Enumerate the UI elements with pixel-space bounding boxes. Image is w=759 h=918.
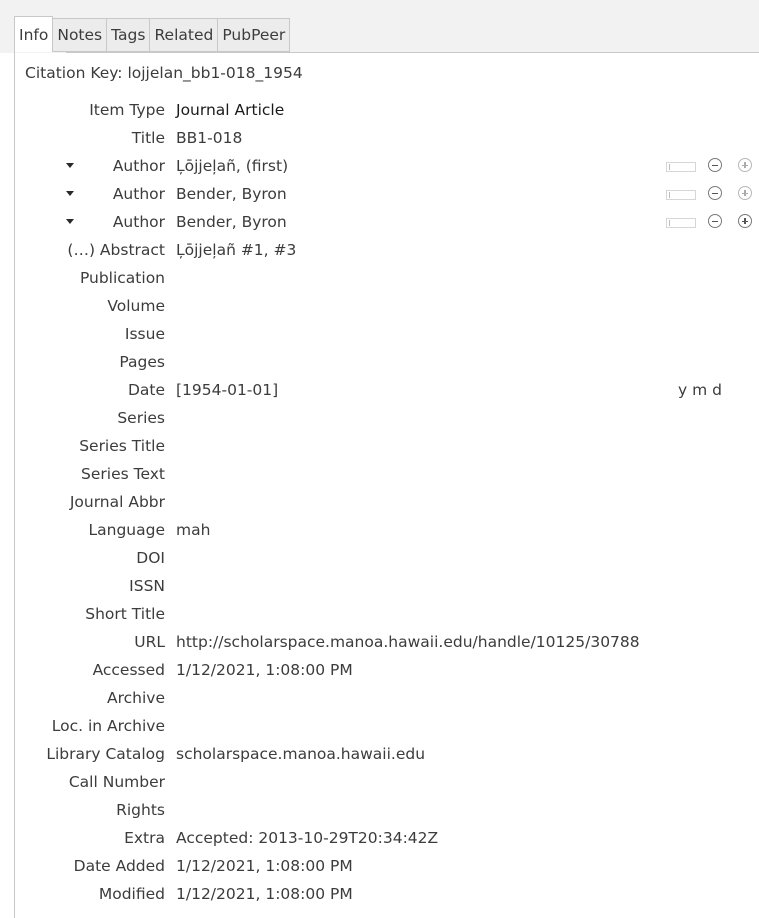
library-catalog-value[interactable]: scholarspace.manoa.hawaii.edu — [176, 740, 425, 768]
date-format-indicator: y m d — [678, 381, 722, 399]
field-row-volume: Volume — [0, 292, 759, 320]
field-row-extra: Extra Accepted: 2013-10-29T20:34:42Z — [0, 824, 759, 852]
field-row-journal-abbr: Journal Abbr — [0, 488, 759, 516]
field-row-series-text: Series Text — [0, 460, 759, 488]
field-row-short-title: Short Title — [0, 600, 759, 628]
field-label: Series Title — [79, 437, 165, 455]
field-row-rights: Rights — [0, 796, 759, 824]
creator-type-label[interactable]: Author — [0, 180, 165, 208]
field-label: Extra — [124, 829, 165, 847]
field-label: Short Title — [85, 605, 165, 623]
field-row-item-type: Item Type Journal Article — [0, 96, 759, 124]
tab-notes[interactable]: Notes — [53, 18, 108, 52]
field-row-author: Author Bender, Byron — [0, 180, 759, 208]
field-label: Language — [88, 521, 166, 539]
author-value[interactable]: Bender, Byron — [176, 180, 287, 208]
field-label: Journal Abbr — [69, 493, 165, 511]
tab-strip: Info Notes Tags Related PubPeer — [0, 0, 759, 53]
field-row-author: Author Bender, Byron — [0, 208, 759, 236]
panel-top-border — [66, 52, 759, 53]
language-value[interactable]: mah — [176, 516, 210, 544]
field-label: DOI — [136, 549, 165, 567]
field-row-pages: Pages — [0, 348, 759, 376]
field-row-publication: Publication — [0, 264, 759, 292]
item-fields: Item Type Journal Article Title BB1-018 … — [0, 96, 759, 908]
plus-circle-icon[interactable] — [738, 214, 752, 228]
field-label: Accessed — [92, 661, 165, 679]
minus-circle-icon[interactable] — [708, 186, 722, 200]
tab-info[interactable]: Info — [14, 16, 54, 52]
title-value[interactable]: BB1-018 — [176, 124, 242, 152]
extra-value[interactable]: Accepted: 2013-10-29T20:34:42Z — [176, 824, 438, 852]
url-label[interactable]: URL — [0, 628, 165, 656]
field-row-archive: Archive — [0, 684, 759, 712]
tab-tags[interactable]: Tags — [107, 18, 151, 52]
creator-type-label[interactable]: Author — [0, 208, 165, 236]
field-label: Publication — [79, 269, 165, 287]
field-row-issue: Issue — [0, 320, 759, 348]
field-label: Library Catalog — [46, 745, 165, 763]
field-label: Series Text — [81, 465, 165, 483]
field-row-issn: ISSN — [0, 572, 759, 600]
toggle-box-icon[interactable] — [666, 190, 696, 200]
toggle-box-icon[interactable] — [666, 162, 696, 172]
field-label: Call Number — [68, 773, 165, 791]
field-row-url: URL http://scholarspace.manoa.hawaii.edu… — [0, 628, 759, 656]
field-label: Modified — [98, 885, 165, 903]
field-row-series-title: Series Title — [0, 432, 759, 460]
field-row-accessed: Accessed 1/12/2021, 1:08:00 PM — [0, 656, 759, 684]
minus-circle-icon[interactable] — [708, 158, 722, 172]
field-row-call-number: Call Number — [0, 768, 759, 796]
field-row-modified: Modified 1/12/2021, 1:08:00 PM — [0, 880, 759, 908]
field-label: Item Type — [89, 101, 165, 119]
field-row-series: Series — [0, 404, 759, 432]
field-row-date-added: Date Added 1/12/2021, 1:08:00 PM — [0, 852, 759, 880]
field-label: Rights — [116, 801, 165, 819]
field-label: Date — [127, 381, 165, 399]
field-label: Loc. in Archive — [51, 717, 165, 735]
field-row-doi: DOI — [0, 544, 759, 572]
date-added-value: 1/12/2021, 1:08:00 PM — [176, 857, 353, 875]
field-label: Series — [117, 409, 165, 427]
minus-circle-icon[interactable] — [708, 214, 722, 228]
tab-pubpeer[interactable]: PubPeer — [218, 18, 291, 52]
field-row-library-catalog: Library Catalog scholarspace.manoa.hawai… — [0, 740, 759, 768]
field-label: ISSN — [129, 577, 165, 595]
field-row-author: Author Ļōjjeļañ, (first) — [0, 152, 759, 180]
field-label: Title — [131, 129, 165, 147]
url-value[interactable]: http://scholarspace.manoa.hawaii.edu/han… — [176, 628, 640, 656]
field-label: Pages — [119, 353, 165, 371]
plus-circle-icon[interactable] — [738, 158, 752, 172]
creator-type-label[interactable]: Author — [0, 152, 165, 180]
tab-related[interactable]: Related — [150, 18, 219, 52]
field-row-language: Language mah — [0, 516, 759, 544]
date-value[interactable]: [1954-01-01] — [176, 376, 278, 404]
modified-value: 1/12/2021, 1:08:00 PM — [176, 885, 353, 903]
plus-circle-icon[interactable] — [738, 186, 752, 200]
field-label: Issue — [124, 325, 165, 343]
author-value[interactable]: Ļōjjeļañ, (first) — [176, 152, 288, 180]
toggle-box-icon[interactable] — [666, 218, 696, 228]
citation-key: Citation Key: lojjelan_bb1-018_1954 — [25, 64, 303, 82]
field-label: Volume — [107, 297, 165, 315]
tab-list: Info Notes Tags Related PubPeer — [14, 16, 291, 52]
abstract-value[interactable]: Ļōjjeļañ #1, #3 — [176, 236, 296, 264]
abstract-toggle-label[interactable]: (…) Abstract — [0, 236, 165, 264]
field-row-abstract: (…) Abstract Ļōjjeļañ #1, #3 — [0, 236, 759, 264]
field-label: Archive — [107, 689, 165, 707]
author-value[interactable]: Bender, Byron — [176, 208, 287, 236]
item-type-select[interactable]: Journal Article — [176, 96, 284, 124]
accessed-value[interactable]: 1/12/2021, 1:08:00 PM — [176, 656, 353, 684]
field-row-title: Title BB1-018 — [0, 124, 759, 152]
field-row-date: Date [1954-01-01] y m d — [0, 376, 759, 404]
field-row-loc-in-archive: Loc. in Archive — [0, 712, 759, 740]
field-label: Date Added — [73, 857, 165, 875]
